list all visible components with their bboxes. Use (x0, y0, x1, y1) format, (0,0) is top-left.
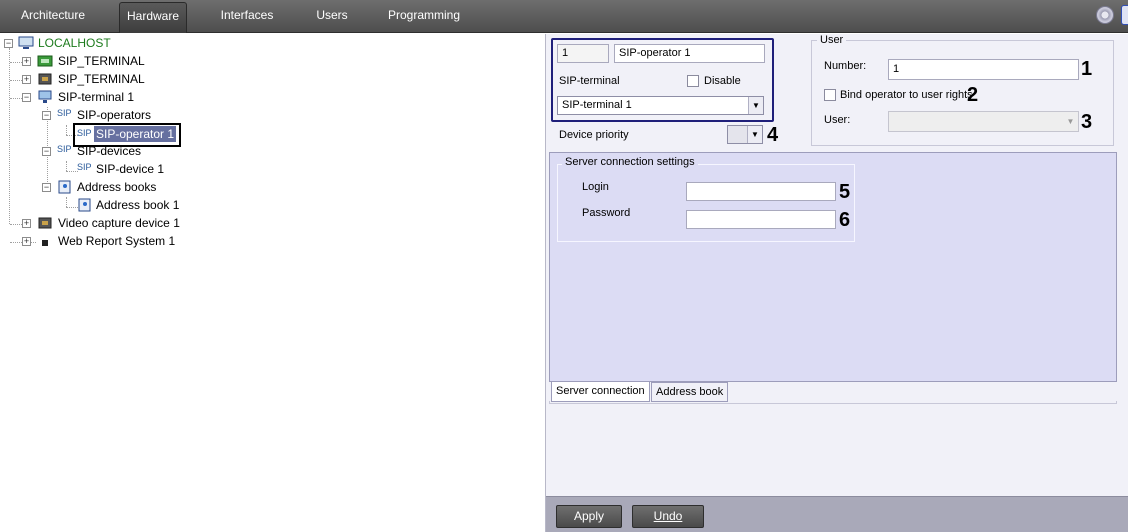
sip-devices-icon: SIP (57, 144, 72, 154)
undo-button[interactable]: Undo (632, 505, 704, 528)
address-book-icon (58, 180, 71, 194)
sip-device-icon: SIP (77, 162, 92, 172)
settings-gear-icon[interactable] (1096, 6, 1114, 24)
device-priority-select[interactable]: ▼ (727, 125, 763, 144)
tree-item-address-books[interactable]: Address books (77, 178, 156, 196)
number-field[interactable]: 1 (888, 59, 1079, 80)
server-connection-tab-pane: Server connection settings Login 5 Passw… (549, 152, 1117, 382)
callout-number-2: 2 (967, 84, 979, 106)
collapse-icon[interactable]: − (42, 183, 51, 192)
computer-icon (18, 36, 34, 49)
tree-item-sip-terminal-b[interactable]: SIP_TERMINAL (58, 70, 145, 88)
login-field[interactable] (686, 182, 836, 201)
user-label: User: (824, 114, 851, 126)
tree-item-web-report-system-1[interactable]: Web Report System 1 (58, 232, 175, 250)
tree-line (10, 62, 22, 63)
dropdown-arrow-icon: ▼ (747, 126, 762, 143)
tree-line (9, 48, 10, 224)
tree-item-sip-device-1[interactable]: SIP-device 1 (96, 160, 164, 178)
object-id-field: 1 (557, 44, 609, 63)
sip-operators-icon: SIP (57, 108, 72, 118)
sip-terminal-select[interactable]: SIP-terminal 1 ▼ (557, 96, 764, 115)
window-control-button[interactable] (1121, 5, 1128, 25)
chip-icon (38, 73, 52, 85)
tab-architecture[interactable]: Architecture (8, 2, 98, 33)
tree-line (10, 224, 22, 225)
login-label: Login (582, 181, 609, 193)
expand-icon[interactable]: + (22, 237, 31, 246)
subtab-server-connection[interactable]: Server connection (551, 382, 650, 402)
dropdown-arrow-icon: ▼ (1063, 112, 1078, 131)
hardware-tree: − LOCALHOST + SIP_TERMINAL + SIP_TERMINA… (0, 34, 545, 532)
callout-number-3: 3 (1081, 111, 1093, 133)
tree-line (10, 80, 22, 81)
expand-icon[interactable]: + (22, 75, 31, 84)
subtab-address-book[interactable]: Address book (651, 382, 729, 402)
collapse-icon[interactable]: − (22, 93, 31, 102)
tab-programming[interactable]: Programming (382, 2, 466, 33)
user-group-title: User (817, 34, 847, 46)
tree-line (10, 98, 22, 99)
server-connection-group-frame (557, 164, 855, 242)
collapse-icon[interactable]: − (42, 147, 51, 156)
tree-line (66, 125, 67, 135)
disable-checkbox[interactable] (687, 75, 699, 87)
address-book-icon (78, 198, 91, 212)
expand-icon[interactable]: + (22, 219, 31, 228)
web-report-icon (42, 240, 48, 246)
tree-line (66, 197, 67, 207)
callout-number-1: 1 (1081, 58, 1093, 80)
tree-item-sip-devices[interactable]: SIP-devices (77, 142, 141, 160)
bind-operator-checkbox[interactable] (824, 89, 836, 101)
tree-item-address-book-1[interactable]: Address book 1 (96, 196, 179, 214)
tab-interfaces[interactable]: Interfaces (208, 2, 286, 33)
main-tab-bar: Architecture Hardware Interfaces Users P… (0, 0, 1128, 33)
tree-item-sip-operators[interactable]: SIP-operators (77, 106, 151, 124)
object-name-field[interactable]: SIP-operator 1 (614, 44, 765, 63)
expand-icon[interactable]: + (22, 57, 31, 66)
password-label: Password (582, 207, 631, 219)
sip-terminal-label: SIP-terminal (559, 75, 620, 87)
collapse-icon[interactable]: − (42, 111, 51, 120)
action-bar: Apply Undo (546, 496, 1128, 532)
user-select[interactable]: ▼ (888, 111, 1079, 132)
board-icon (37, 55, 53, 67)
disable-label: Disable (704, 75, 741, 87)
bind-operator-label: Bind operator to user rights (840, 89, 973, 101)
tab-users[interactable]: Users (304, 2, 360, 33)
sip-terminal-select-value: SIP-terminal 1 (562, 99, 632, 111)
device-priority-label: Device priority (559, 129, 629, 141)
server-connection-group-title: Server connection settings (562, 156, 698, 168)
tree-item-sip-terminal-a[interactable]: SIP_TERMINAL (58, 52, 145, 70)
tree-root-localhost[interactable]: LOCALHOST (38, 34, 111, 52)
callout-number-4: 4 (767, 124, 779, 146)
settings-panel: 1 SIP-operator 1 SIP-terminal Disable SI… (545, 34, 1128, 532)
tree-line (66, 161, 67, 171)
tree-item-video-capture-device-1[interactable]: Video capture device 1 (58, 214, 180, 232)
capture-board-icon (38, 217, 52, 229)
dropdown-arrow-icon: ▼ (748, 97, 763, 114)
collapse-icon[interactable]: − (4, 39, 13, 48)
sip-terminal-icon (38, 90, 52, 103)
callout-number-5: 5 (839, 181, 851, 203)
apply-button[interactable]: Apply (556, 505, 622, 528)
tab-hardware[interactable]: Hardware (119, 2, 187, 33)
tree-item-sip-terminal-1[interactable]: SIP-terminal 1 (58, 88, 134, 106)
number-label: Number: (824, 60, 867, 72)
tab-bottom-border (549, 401, 1117, 404)
password-field[interactable] (686, 210, 836, 229)
callout-number-6: 6 (839, 209, 851, 231)
